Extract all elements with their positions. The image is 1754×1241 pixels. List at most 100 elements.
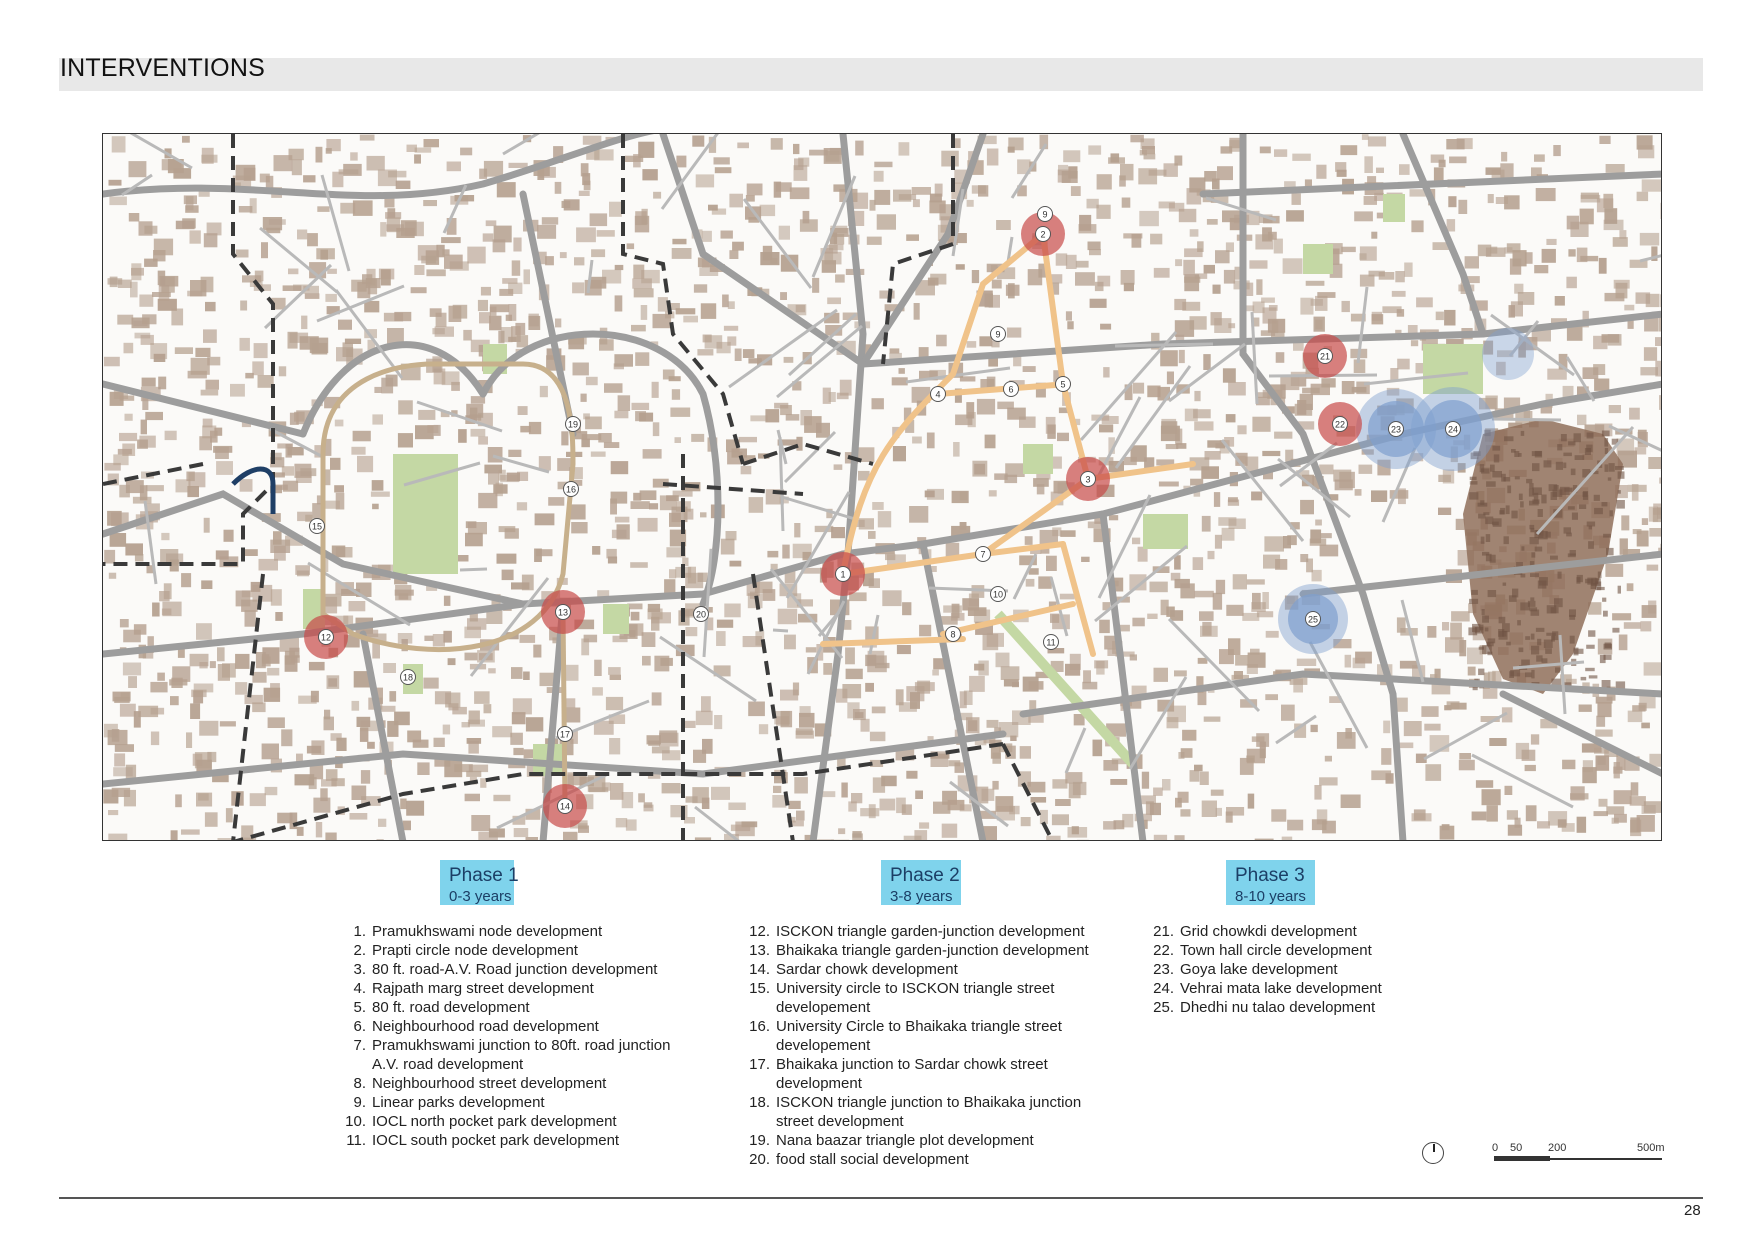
building bbox=[464, 793, 480, 802]
building bbox=[1653, 503, 1661, 515]
phase-2-title: Phase 2 bbox=[890, 865, 960, 886]
building bbox=[1291, 193, 1301, 205]
marker-4: 4 bbox=[930, 386, 946, 402]
building bbox=[1595, 729, 1613, 737]
old-city-building bbox=[1573, 433, 1581, 443]
building bbox=[119, 703, 136, 717]
list-item: 6. Neighbourhood road development bbox=[342, 1017, 670, 1036]
building bbox=[1424, 723, 1441, 731]
building bbox=[1065, 311, 1072, 321]
building bbox=[1103, 367, 1110, 378]
building bbox=[976, 398, 996, 415]
building bbox=[1123, 456, 1137, 466]
footer-rule bbox=[59, 1197, 1703, 1199]
list-item: 15. University circle to ISCKON triangle … bbox=[746, 979, 1089, 998]
building bbox=[153, 238, 174, 256]
building bbox=[325, 769, 338, 781]
old-city-building bbox=[1469, 598, 1479, 604]
phase-1-years: 0-3 years bbox=[449, 888, 512, 905]
building bbox=[554, 181, 562, 194]
building bbox=[1226, 604, 1244, 616]
building bbox=[539, 385, 548, 398]
building bbox=[150, 681, 168, 693]
building bbox=[672, 238, 687, 245]
building bbox=[349, 813, 368, 820]
building bbox=[1371, 311, 1382, 321]
building bbox=[723, 325, 739, 331]
building bbox=[978, 185, 989, 197]
building bbox=[609, 674, 621, 680]
building bbox=[701, 797, 710, 809]
building bbox=[988, 490, 997, 497]
building bbox=[146, 485, 164, 492]
building bbox=[493, 225, 512, 243]
building bbox=[1641, 605, 1657, 618]
item-number: 21. bbox=[1153, 923, 1174, 940]
building bbox=[1189, 316, 1207, 330]
building bbox=[1541, 248, 1556, 263]
building bbox=[984, 434, 996, 449]
park bbox=[603, 604, 629, 634]
building bbox=[1237, 425, 1247, 435]
building bbox=[1262, 450, 1281, 457]
building bbox=[1201, 515, 1211, 532]
building bbox=[714, 715, 723, 730]
building bbox=[359, 134, 375, 141]
old-city-building bbox=[1585, 667, 1595, 672]
building bbox=[1566, 326, 1583, 341]
old-city-building bbox=[1574, 455, 1585, 460]
marker-label: 9 bbox=[1042, 210, 1047, 220]
building bbox=[668, 376, 681, 382]
building bbox=[1256, 279, 1263, 295]
building bbox=[161, 532, 170, 541]
building bbox=[398, 400, 413, 415]
minor-street bbox=[1491, 417, 1562, 422]
building bbox=[400, 798, 407, 810]
building bbox=[534, 513, 555, 526]
building bbox=[1446, 139, 1465, 150]
building bbox=[800, 410, 812, 426]
building bbox=[471, 815, 491, 831]
old-city-building bbox=[1541, 494, 1547, 504]
building bbox=[433, 737, 445, 747]
building bbox=[631, 402, 650, 410]
building bbox=[610, 783, 624, 800]
phase-1-title: Phase 1 bbox=[449, 865, 519, 886]
building bbox=[203, 233, 218, 248]
item-text: Bhaikaka junction to Sardar chowk street bbox=[776, 1056, 1048, 1073]
building bbox=[563, 831, 578, 840]
building bbox=[303, 175, 316, 183]
old-city-building bbox=[1490, 464, 1495, 472]
building bbox=[104, 462, 121, 471]
building bbox=[1371, 770, 1392, 781]
building bbox=[525, 717, 544, 732]
old-city-building bbox=[1615, 681, 1626, 690]
building bbox=[335, 547, 353, 558]
building bbox=[1313, 316, 1325, 332]
building bbox=[467, 522, 487, 535]
building bbox=[372, 642, 380, 659]
building bbox=[395, 180, 411, 189]
building bbox=[1296, 658, 1317, 666]
building bbox=[1364, 156, 1373, 173]
building bbox=[1607, 334, 1622, 346]
building bbox=[1351, 386, 1367, 393]
building bbox=[119, 484, 130, 498]
list-item: 3. 80 ft. road-A.V. Road junction develop… bbox=[342, 960, 670, 979]
building bbox=[235, 249, 249, 258]
building bbox=[360, 720, 379, 732]
old-city-building bbox=[1596, 586, 1605, 591]
building bbox=[729, 193, 743, 208]
building bbox=[1178, 349, 1185, 364]
building bbox=[651, 692, 662, 706]
building bbox=[1341, 246, 1356, 253]
building bbox=[842, 684, 862, 699]
building bbox=[1446, 701, 1460, 710]
building bbox=[1640, 367, 1658, 376]
building bbox=[1535, 188, 1556, 202]
building bbox=[504, 528, 519, 539]
building bbox=[119, 432, 138, 442]
building bbox=[1271, 809, 1287, 822]
old-city-building bbox=[1582, 492, 1588, 497]
north-arrow-icon bbox=[1422, 1142, 1444, 1164]
